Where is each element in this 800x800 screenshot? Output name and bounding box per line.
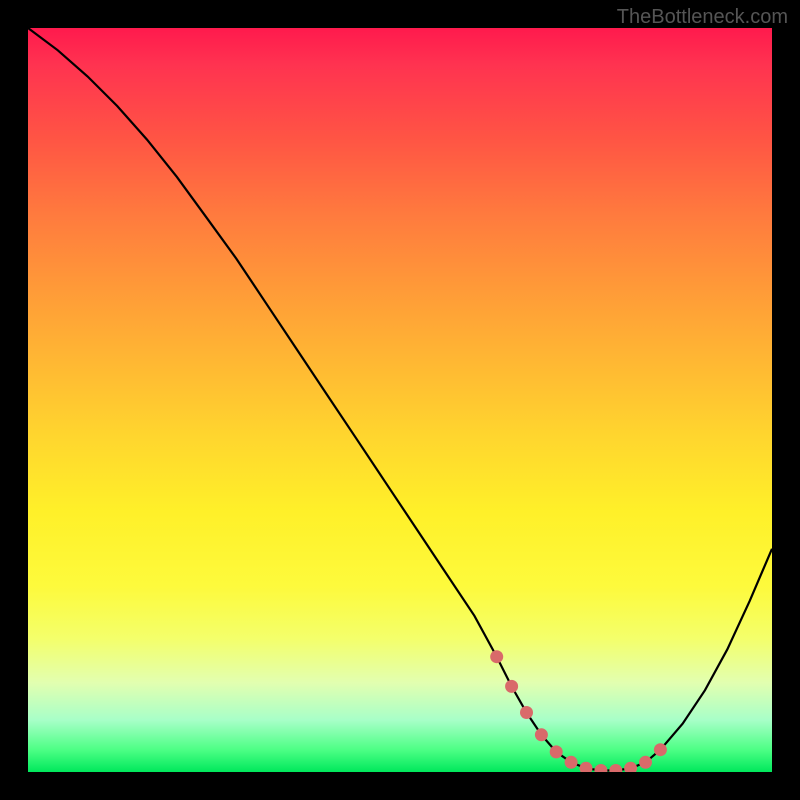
marker-dot	[565, 756, 578, 769]
marker-dot	[594, 764, 607, 772]
curve-line	[28, 28, 772, 771]
marker-dot	[550, 745, 563, 758]
plot-area	[28, 28, 772, 772]
marker-dot	[535, 728, 548, 741]
curve-markers	[490, 650, 667, 772]
marker-dot	[654, 743, 667, 756]
chart-container: TheBottleneck.com	[0, 0, 800, 800]
watermark-text: TheBottleneck.com	[617, 6, 788, 29]
marker-dot	[639, 756, 652, 769]
marker-dot	[624, 762, 637, 772]
marker-dot	[490, 650, 503, 663]
chart-svg	[28, 28, 772, 772]
marker-dot	[505, 680, 518, 693]
marker-dot	[580, 762, 593, 772]
marker-dot	[520, 706, 533, 719]
bottleneck-curve	[28, 28, 772, 771]
marker-dot	[609, 764, 622, 772]
